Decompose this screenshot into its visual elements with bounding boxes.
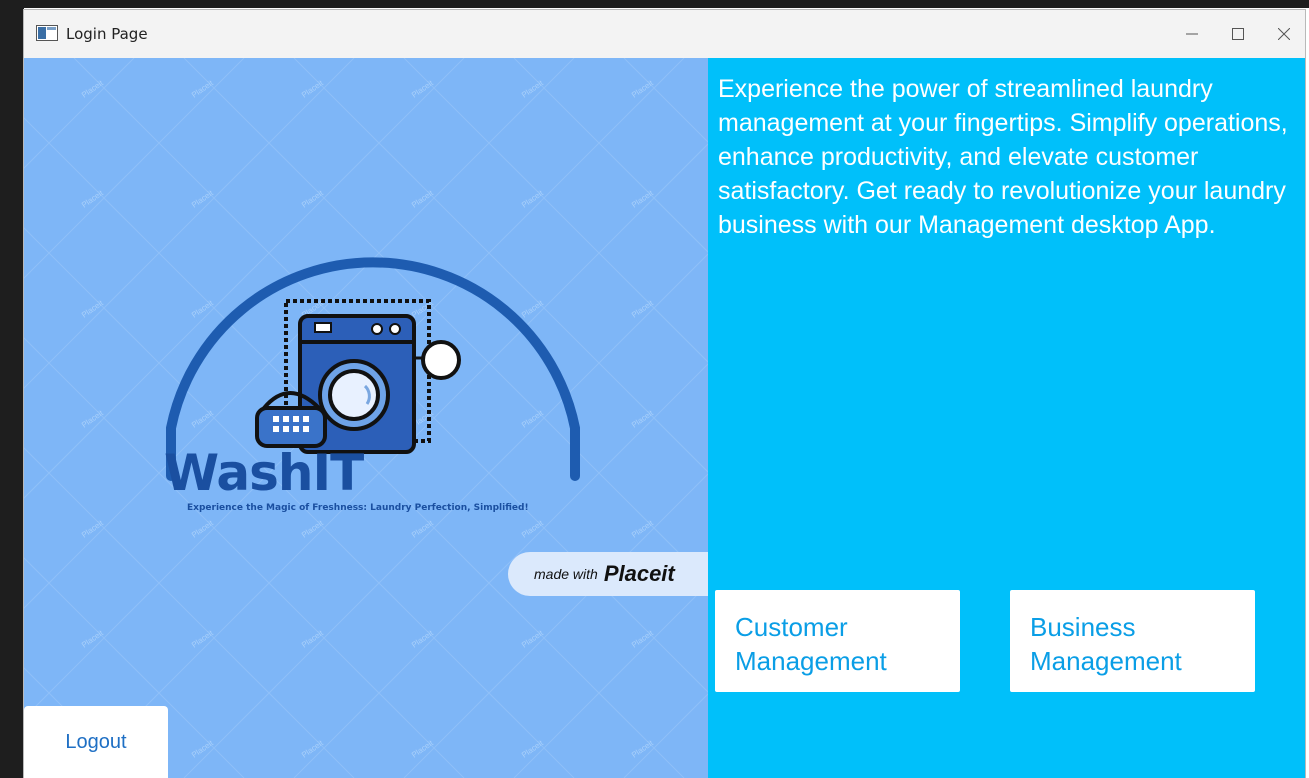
logout-button[interactable]: Logout <box>24 706 168 778</box>
app-icon <box>36 25 58 41</box>
close-icon <box>1278 28 1290 40</box>
made-with-text: made with <box>534 566 598 582</box>
minimize-icon <box>1186 33 1198 35</box>
business-management-button[interactable]: Business Management <box>1010 590 1255 692</box>
washing-machine-icon <box>166 257 580 481</box>
made-with-brand: Placeit <box>603 561 675 586</box>
desktop-background-left <box>0 0 24 778</box>
intro-text: Experience the power of streamlined laun… <box>718 75 1288 239</box>
maximize-icon <box>1232 28 1244 40</box>
minimize-button[interactable] <box>1169 10 1215 58</box>
brand-tagline: Experience the Magic of Freshness: Laund… <box>187 503 529 513</box>
brand-name: WashIT <box>164 444 364 502</box>
branding-panel: Placeit Placeit Placeit Placeit Placeit Place… <box>24 58 708 778</box>
window-title: Login Page <box>66 25 148 43</box>
login-window: Login Page Placeit Placeit Placeit Placeit P… <box>24 10 1305 778</box>
main-content: Placeit Placeit Placeit Placeit Placeit Place… <box>24 58 1305 778</box>
title-bar[interactable]: Login Page <box>24 10 1305 58</box>
customer-management-button[interactable]: Customer Management <box>715 590 960 692</box>
desktop-background-top <box>0 0 1309 8</box>
made-with-badge: made with Placeit <box>508 552 708 596</box>
maximize-button[interactable] <box>1215 10 1261 58</box>
info-panel: Experience the power of streamlined laun… <box>708 58 1305 778</box>
close-button[interactable] <box>1261 10 1307 58</box>
